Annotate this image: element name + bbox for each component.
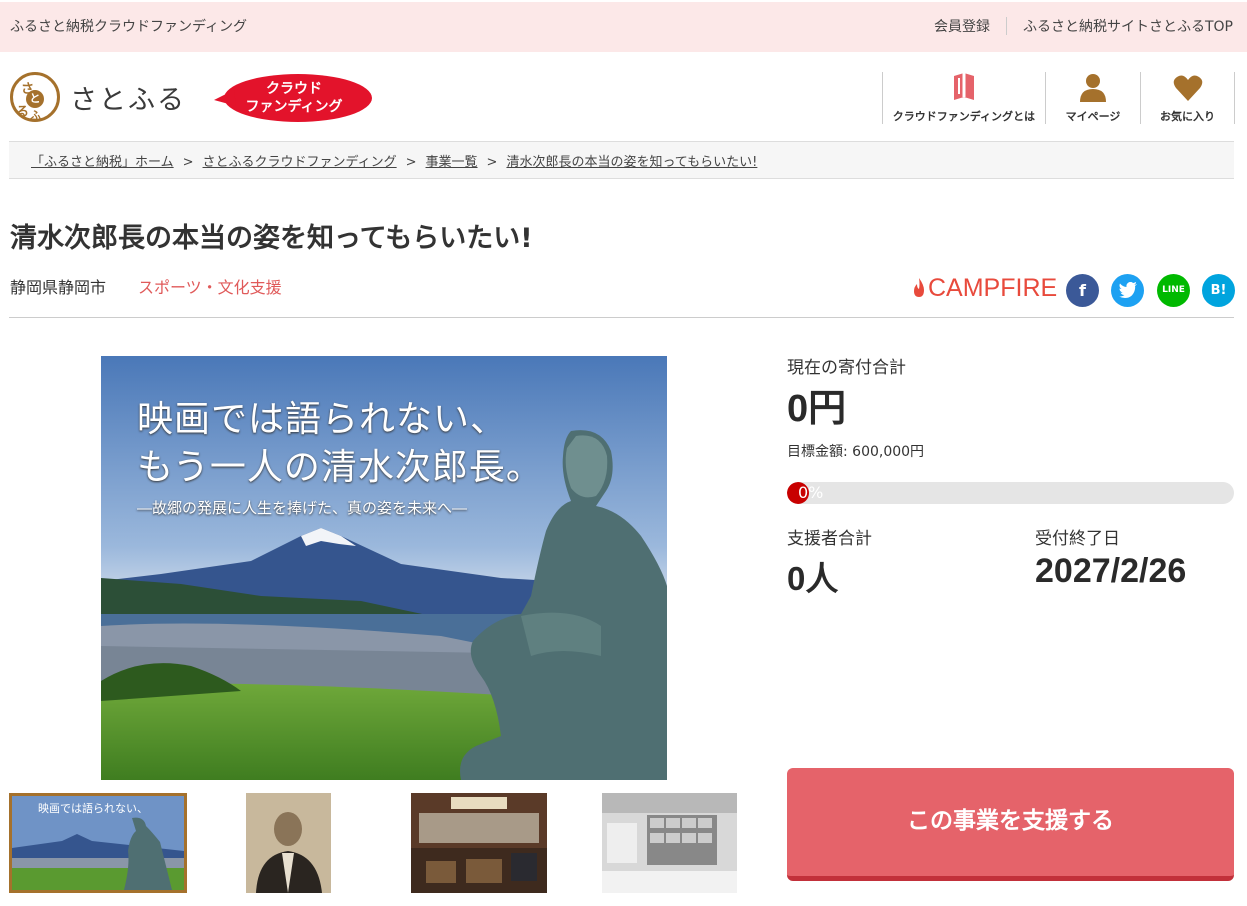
- badge-line2: ファンディング: [245, 99, 343, 115]
- hatena-bookmark-icon: B!: [1210, 283, 1227, 298]
- thumbnail-exhibit-room[interactable]: [411, 793, 547, 893]
- breadcrumb-separator: >: [182, 155, 194, 170]
- project-main-image[interactable]: 映画では語られない、 もう一人の清水次郎長。 ―故郷の発展に人生を捧げた、真の姿…: [101, 356, 667, 780]
- badge-line1: クラウド: [266, 81, 322, 97]
- user-icon: [1078, 72, 1108, 102]
- goal-amount: 目標金額: 600,000円: [787, 444, 925, 460]
- nav-label: マイページ: [1065, 110, 1121, 123]
- deadline-value: 2027/2/26: [1035, 552, 1187, 590]
- supporters-label: 支援者合計: [787, 529, 872, 549]
- logo-mark-char: る: [16, 105, 30, 120]
- deadline-label: 受付終了日: [1035, 529, 1120, 549]
- top-link-divider: [1005, 17, 1007, 35]
- nav-label: お気に入り: [1160, 110, 1215, 123]
- breadcrumb-home[interactable]: 「ふるさと納税」ホーム: [31, 155, 174, 170]
- thumbnail-exhibit-room-image: [411, 793, 547, 893]
- facebook-share-button[interactable]: f: [1066, 274, 1099, 307]
- line-icon: LINE: [1162, 285, 1185, 295]
- site-brand-text[interactable]: ふるさと納税クラウドファンディング: [10, 16, 247, 36]
- nav-mypage[interactable]: マイページ: [1045, 72, 1140, 124]
- heart-icon: [1173, 74, 1203, 102]
- book-icon: [952, 72, 976, 102]
- twitter-icon: [1118, 281, 1137, 300]
- breadcrumb-separator: >: [486, 155, 498, 170]
- poster-subline: ―故郷の発展に人生を捧げた、真の姿を未来へ―: [137, 499, 468, 517]
- thumbnail-display-wall[interactable]: [602, 793, 737, 893]
- member-register-link[interactable]: 会員登録: [934, 16, 990, 36]
- breadcrumb-current[interactable]: 清水次郎長の本当の姿を知ってもらいたい!: [506, 155, 757, 170]
- nav-about-crowdfunding[interactable]: クラウドファンディングとは: [881, 72, 1045, 124]
- thumbnail-display-wall-image: [602, 793, 737, 893]
- thumbnail-portrait[interactable]: [246, 793, 331, 893]
- logo-mark-char: ふ: [30, 109, 41, 122]
- breadcrumb-crowdfunding[interactable]: さとふるクラウドファンディング: [203, 155, 397, 170]
- thumbnail-portrait-image: [246, 793, 331, 893]
- campfire-logo[interactable]: CAMPFIRE: [912, 276, 1057, 301]
- nav-favorites[interactable]: お気に入り: [1140, 72, 1235, 124]
- donation-total-value: 0円: [787, 388, 847, 430]
- project-region: 静岡県静岡市: [10, 278, 107, 297]
- site-top-link[interactable]: ふるさと納税サイトさとふるTOP: [1023, 16, 1233, 36]
- crowdfunding-badge[interactable]: クラウド ファンディング: [214, 72, 374, 124]
- thumbnail-poster-headline: 映画では語られない、: [38, 802, 148, 815]
- campfire-text: CAMPFIRE: [928, 274, 1058, 302]
- progress-percent: 0%: [798, 483, 824, 502]
- title-divider: [9, 317, 1234, 318]
- breadcrumb: 「ふるさと納税」ホーム > さとふるクラウドファンディング > 事業一覧 > 清水次郎長の本…: [9, 141, 1234, 179]
- donation-total-label: 現在の寄付合計: [787, 358, 906, 378]
- breadcrumb-project-list[interactable]: 事業一覧: [426, 155, 478, 170]
- satofull-logo-mark[interactable]: さ と る ふ: [10, 72, 60, 122]
- breadcrumb-separator: >: [405, 155, 417, 170]
- top-links: 会員登録 ふるさと納税サイトさとふるTOP: [934, 16, 1233, 36]
- hatena-bookmark-button[interactable]: B!: [1202, 274, 1235, 307]
- nav-label: クラウドファンディングとは: [892, 110, 1035, 123]
- facebook-icon: f: [1079, 281, 1086, 300]
- project-category[interactable]: スポーツ・文化支援: [138, 274, 282, 298]
- poster-headline-line1: 映画では語られない、: [137, 399, 508, 440]
- poster-headline-line2: もう一人の清水次郎長。: [137, 447, 543, 488]
- support-project-button[interactable]: この事業を支援する: [787, 768, 1234, 881]
- flame-icon: [912, 278, 926, 298]
- supporters-value: 0人: [787, 560, 839, 597]
- top-bar: ふるさと納税クラウドファンディング 会員登録 ふるさと納税サイトさとふるTOP: [0, 0, 1247, 52]
- progress-bar: 0%: [787, 482, 1234, 504]
- twitter-share-button[interactable]: [1111, 274, 1144, 307]
- line-share-button[interactable]: LINE: [1157, 274, 1190, 307]
- page-title: 清水次郎長の本当の姿を知ってもらいたい!: [10, 223, 533, 254]
- satofull-logo-text[interactable]: さとふる: [70, 78, 186, 117]
- thumbnail-poster[interactable]: 映画では語られない、: [9, 793, 187, 893]
- header-nav: クラウドファンディングとは マイページ お気に入り: [881, 72, 1235, 124]
